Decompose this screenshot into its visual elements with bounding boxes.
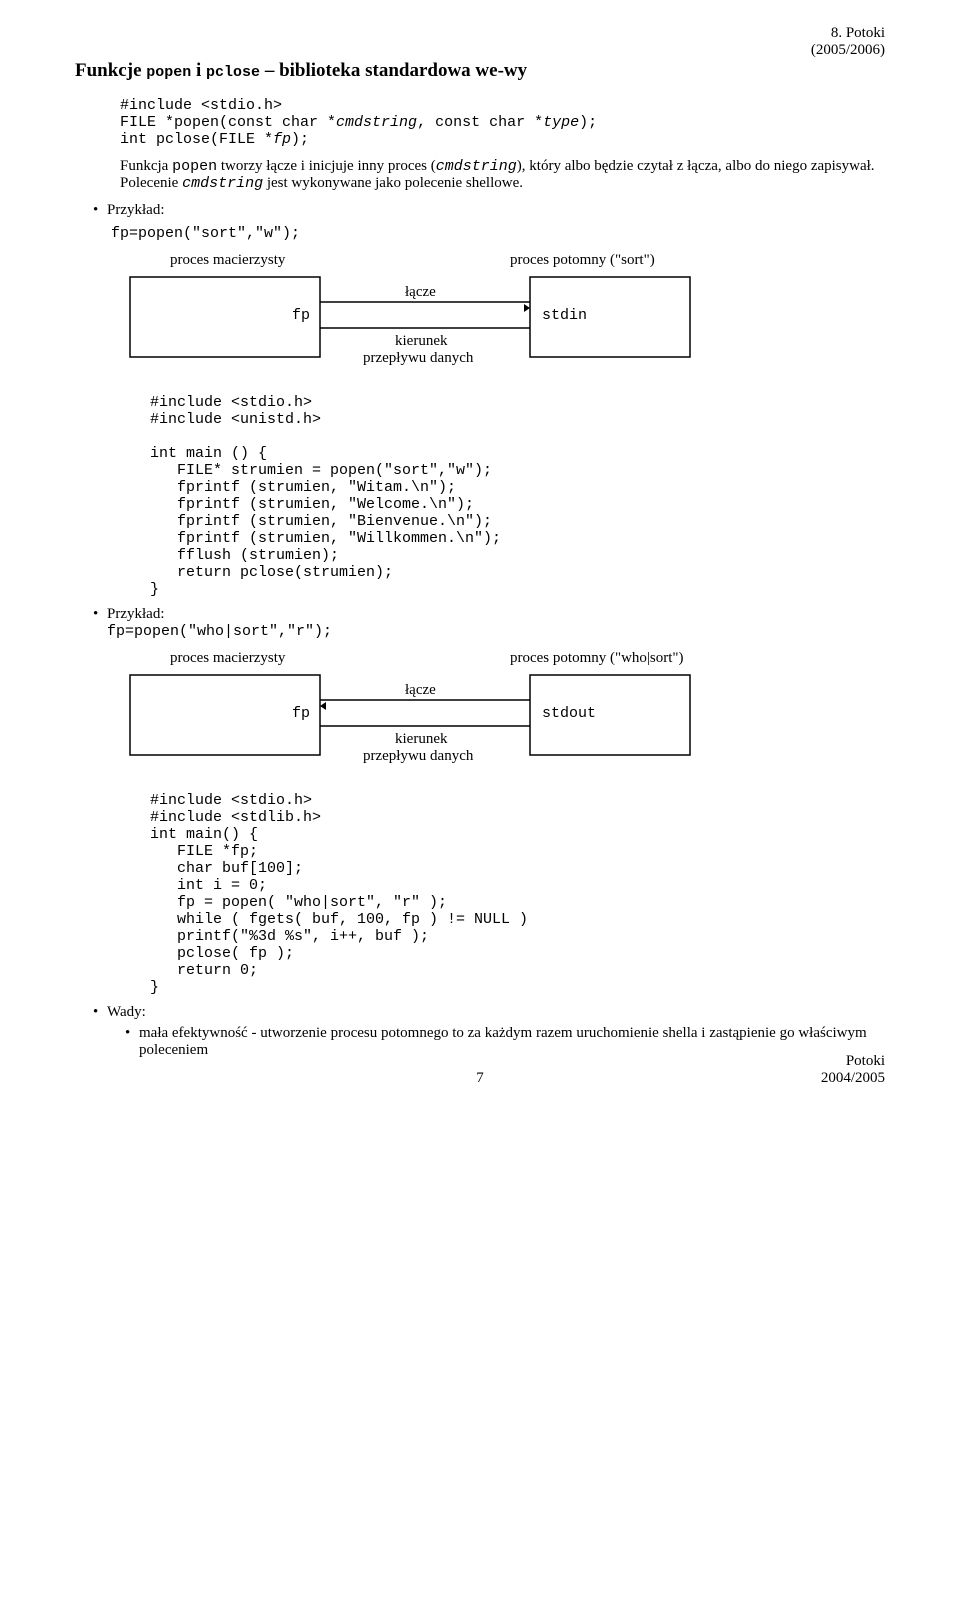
page: 8. Potoki (2005/2006) Funkcje popen i pc… (0, 0, 960, 1107)
diagram1-kier1: kierunek (395, 333, 448, 349)
diagram2-svg: fp łącze kierunek przepływu danych stdou… (120, 670, 760, 780)
example1-code-line: fp=popen("sort","w"); (111, 225, 885, 242)
example2-code-line: fp=popen("who|sort","r"); (107, 623, 332, 640)
diagram2-kier1: kierunek (395, 731, 448, 747)
diagram1-fp: fp (292, 307, 310, 324)
diagram2-right-label: proces potomny ("who|sort") (460, 650, 885, 667)
diagram1-stdin: stdin (542, 307, 587, 324)
code-block-2: #include <stdio.h> #include <stdlib.h> i… (150, 792, 885, 996)
wady-label: Wady: mała efektywność - utworzenie proc… (93, 1004, 885, 1059)
example2-bullet: Przykład: fp=popen("who|sort","r"); (93, 606, 885, 640)
page-title: Funkcje popen i pclose – biblioteka stan… (75, 60, 885, 82)
prototype-block: #include <stdio.h> FILE *popen(const cha… (120, 97, 885, 148)
diagram1-left-label: proces macierzysty (120, 252, 460, 269)
proto-line3: int pclose(FILE *fp); (120, 131, 885, 148)
example2-label: Przykład: fp=popen("who|sort","r"); (93, 606, 885, 640)
footer-center: 7 (75, 1070, 885, 1087)
header-line2: (2005/2006) (811, 42, 885, 58)
proto-line1: #include <stdio.h> (120, 97, 885, 114)
diagram2-fp: fp (292, 705, 310, 722)
header-meta: 8. Potoki (2005/2006) (811, 25, 885, 59)
diagram1-lacze: łącze (405, 284, 436, 300)
example1-bullet: Przykład: fp=popen("sort","w"); (93, 202, 885, 242)
diagram1-svg: fp łącze kierunek przepływu danych stdin (120, 272, 760, 382)
diagram2-lacze: łącze (405, 682, 436, 698)
diagram2-left-label: proces macierzysty (120, 650, 460, 667)
proto-line2: FILE *popen(const char *cmdstring, const… (120, 114, 885, 131)
wady-bullet: Wady: mała efektywność - utworzenie proc… (93, 1004, 885, 1059)
diagram2-kier2: przepływu danych (363, 748, 474, 764)
diagram1-kier2: przepływu danych (363, 350, 474, 366)
footer-right: Potoki 2004/2005 (821, 1053, 885, 1087)
diagram1-right-label: proces potomny ("sort") (460, 252, 885, 269)
diagram1: proces macierzysty proces potomny ("sort… (120, 252, 885, 382)
example1-label: Przykład: fp=popen("sort","w"); (93, 202, 885, 242)
header-line1: 8. Potoki (831, 25, 885, 41)
diagram2-stdout: stdout (542, 705, 596, 722)
wady-sub-item: mała efektywność - utworzenie procesu po… (125, 1025, 885, 1059)
diagram2: proces macierzysty proces potomny ("who|… (120, 650, 885, 780)
code-block-1: #include <stdio.h> #include <unistd.h> i… (150, 394, 885, 598)
wady-sublist: mała efektywność - utworzenie procesu po… (125, 1025, 885, 1059)
description-paragraph: Funkcja popen tworzy łącze i inicjuje in… (120, 158, 885, 192)
